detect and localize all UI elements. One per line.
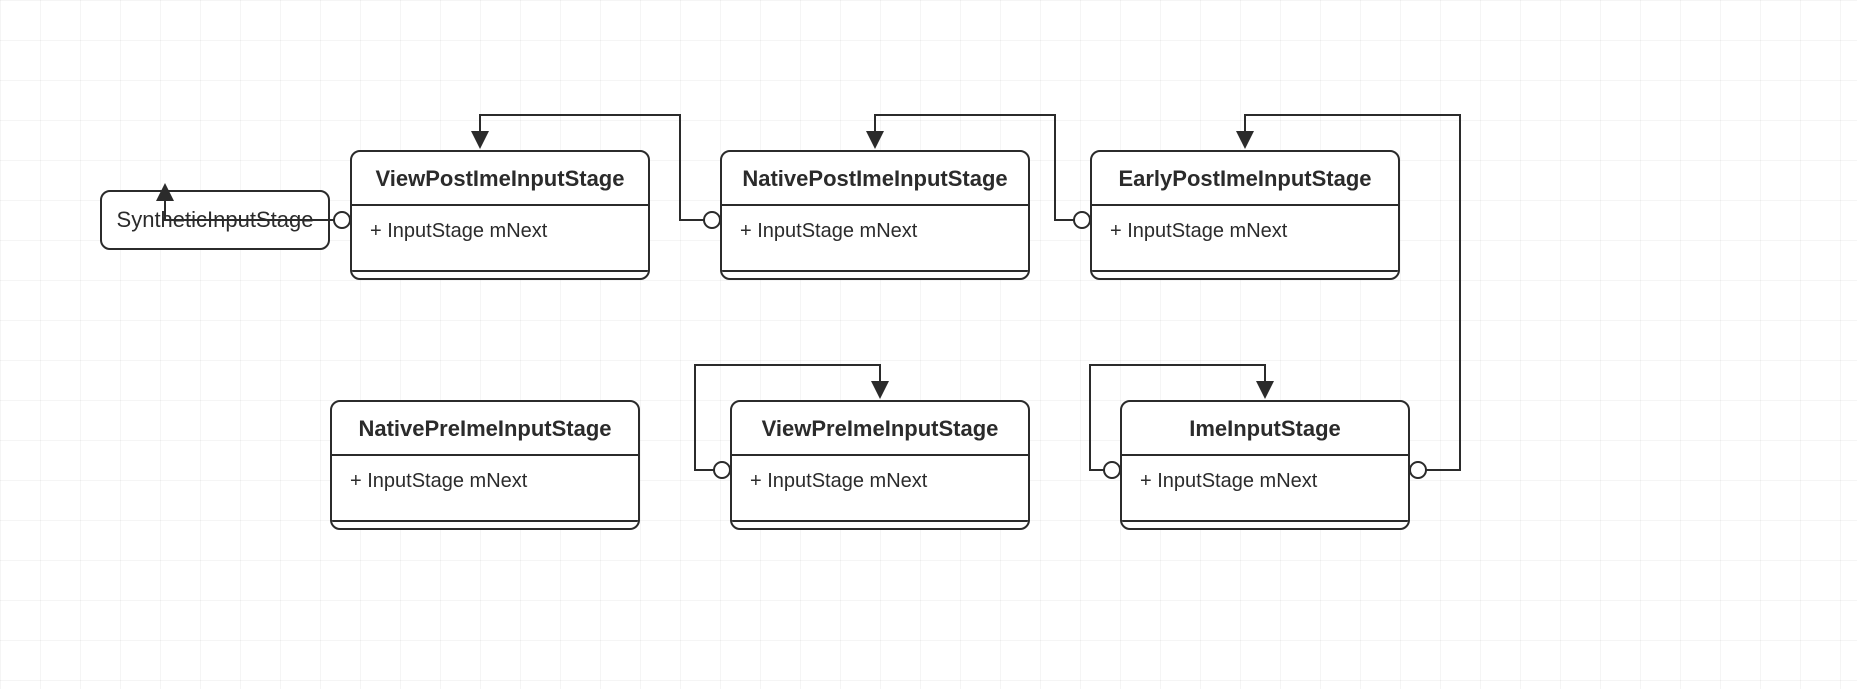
background-grid bbox=[0, 0, 1857, 689]
node-view-post-ime-input-stage: ViewPostImeInputStage + InputStage mNext bbox=[350, 150, 650, 280]
node-attr: + InputStage mNext bbox=[352, 206, 648, 270]
node-attr: + InputStage mNext bbox=[332, 456, 638, 520]
node-ime-input-stage: ImeInputStage + InputStage mNext bbox=[1120, 400, 1410, 530]
node-early-post-ime-input-stage: EarlyPostImeInputStage + InputStage mNex… bbox=[1090, 150, 1400, 280]
node-title: NativePostImeInputStage bbox=[722, 152, 1028, 206]
node-synthetic-input-stage: SyntheticInputStage bbox=[100, 190, 330, 250]
node-title: ViewPostImeInputStage bbox=[352, 152, 648, 206]
node-attr: + InputStage mNext bbox=[1122, 456, 1408, 520]
node-native-pre-ime-input-stage: NativePreImeInputStage + InputStage mNex… bbox=[330, 400, 640, 530]
node-attr: + InputStage mNext bbox=[732, 456, 1028, 520]
node-title: NativePreImeInputStage bbox=[332, 402, 638, 456]
node-title: ImeInputStage bbox=[1122, 402, 1408, 456]
node-attr: + InputStage mNext bbox=[722, 206, 1028, 270]
node-title: ViewPreImeInputStage bbox=[732, 402, 1028, 456]
node-view-pre-ime-input-stage: ViewPreImeInputStage + InputStage mNext bbox=[730, 400, 1030, 530]
node-native-post-ime-input-stage: NativePostImeInputStage + InputStage mNe… bbox=[720, 150, 1030, 280]
node-attr: + InputStage mNext bbox=[1092, 206, 1398, 270]
node-label: SyntheticInputStage bbox=[117, 207, 314, 233]
node-title: EarlyPostImeInputStage bbox=[1092, 152, 1398, 206]
